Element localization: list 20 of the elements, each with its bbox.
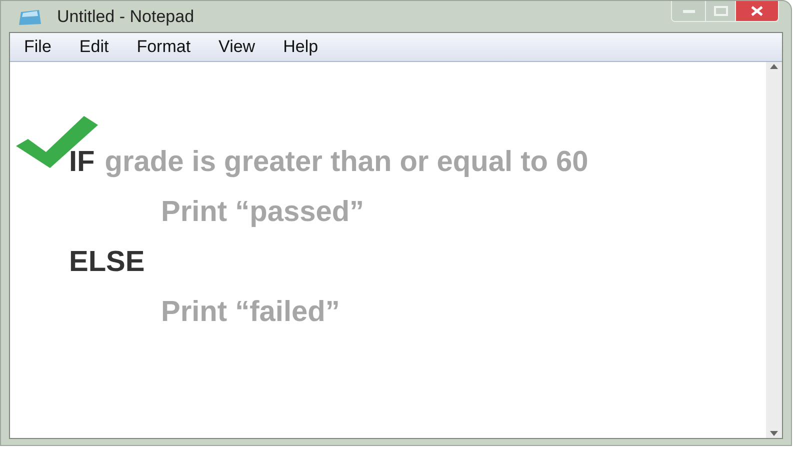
menu-item[interactable]: Help <box>269 34 332 60</box>
minimize-button[interactable] <box>672 1 706 21</box>
condition-text: grade is greater than or equal to 60 <box>104 145 588 180</box>
keyword: IF <box>69 145 95 180</box>
close-icon <box>751 6 763 16</box>
scroll-down-icon <box>770 431 778 436</box>
menu-item[interactable]: View <box>204 34 270 60</box>
minimize-icon <box>682 9 694 13</box>
scroll-up-icon <box>770 64 778 69</box>
keyword: ELSE <box>69 245 145 280</box>
statement-text: Print “passed” <box>161 195 364 230</box>
menu-item[interactable]: Format <box>122 34 205 60</box>
window-title: Untitled - Notepad <box>57 6 194 28</box>
statement-text: Print “failed” <box>161 295 340 330</box>
maximize-icon <box>714 6 728 16</box>
menu-item[interactable]: Edit <box>65 34 123 60</box>
notepad-icon <box>17 8 43 26</box>
maximize-button[interactable] <box>706 1 736 21</box>
close-button[interactable] <box>736 1 778 21</box>
menu-item[interactable]: File <box>10 34 66 60</box>
